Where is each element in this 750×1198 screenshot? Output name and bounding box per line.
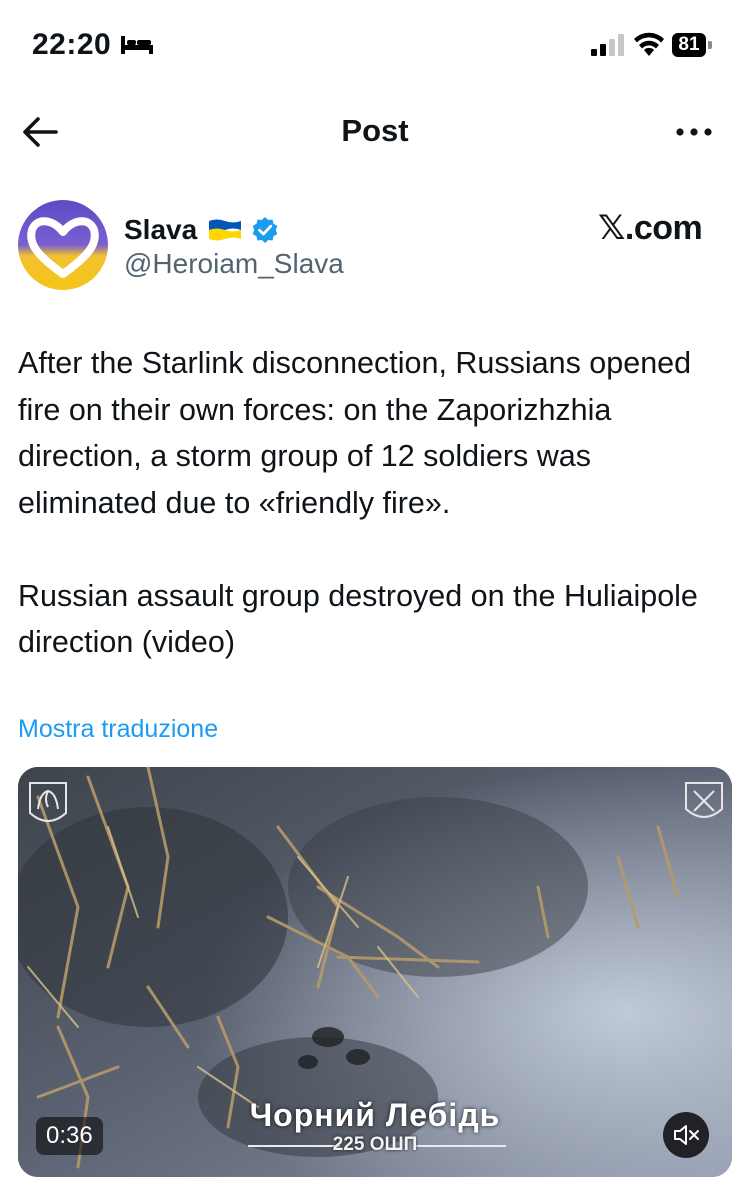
battery-level: 81 — [672, 33, 706, 57]
verified-badge-icon — [252, 217, 278, 243]
more-options-icon[interactable] — [670, 114, 718, 150]
video-overlay-subtitle: 225 ОШП — [332, 1134, 418, 1155]
wifi-icon — [634, 32, 664, 56]
show-translation-link[interactable]: Mostra traduzione — [18, 715, 218, 744]
speaker-muted-icon[interactable] — [663, 1112, 709, 1158]
post-paragraph: Russian assault group destroyed on the H… — [18, 578, 698, 660]
page-title: Post — [341, 113, 409, 148]
post-paragraph: After the Starlink disconnection, Russia… — [18, 346, 692, 520]
cellular-signal-icon — [591, 34, 624, 56]
status-time: 22:20 — [32, 28, 112, 61]
video-duration: 0:36 — [36, 1117, 103, 1155]
video-overlay-title: Чорний Лебідь — [249, 1097, 501, 1133]
x-com-logo: 𝕏.com — [598, 209, 703, 247]
ukraine-flag-icon — [209, 219, 242, 241]
author-handle[interactable]: @Heroiam_Slava — [124, 248, 344, 280]
battery-indicator: 81 — [672, 33, 712, 57]
unit-emblem-icon — [685, 782, 723, 818]
avatar[interactable] — [18, 200, 108, 290]
video-player[interactable]: Чорний Лебідь 225 ОШП 0:36 — [18, 767, 732, 1177]
status-bar: 22:20 81 — [0, 0, 750, 90]
author-line: Slava — [124, 212, 279, 248]
post-text: After the Starlink disconnection, Russia… — [18, 340, 732, 666]
nav-bar: Post — [0, 100, 750, 164]
battery-tip — [708, 41, 712, 49]
author-name[interactable]: Slava — [124, 214, 197, 246]
unit-emblem-icon — [29, 782, 67, 822]
back-arrow-icon[interactable] — [18, 110, 62, 154]
bed-icon — [121, 36, 153, 54]
